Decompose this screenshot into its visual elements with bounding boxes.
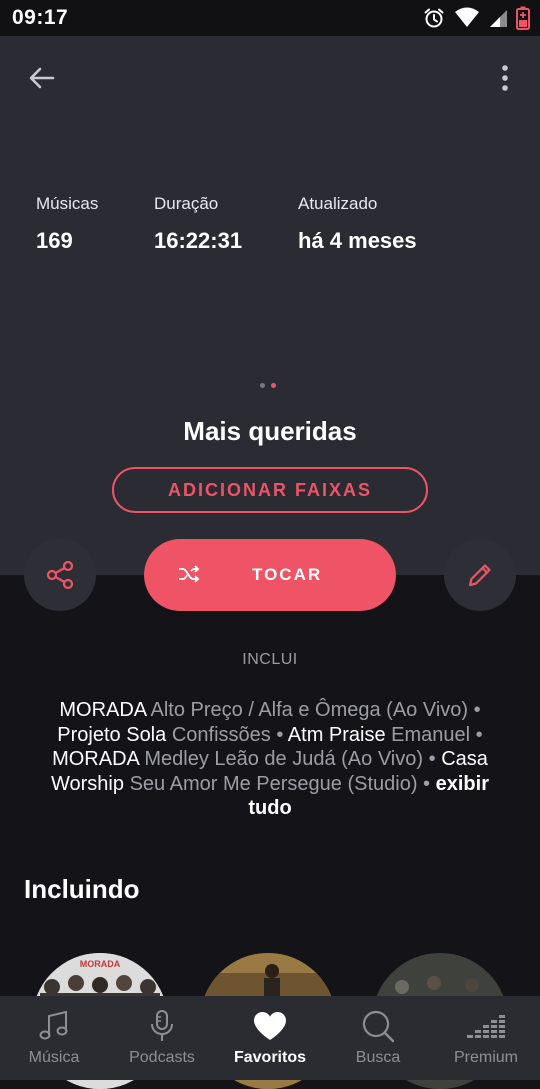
equalizer-icon bbox=[467, 1015, 505, 1038]
artist-name: MORADA bbox=[59, 699, 147, 721]
artist-name: Atm Praise bbox=[287, 723, 386, 746]
microphone-icon bbox=[151, 1010, 173, 1041]
track-name: Alto Preço / Alfa e Ômega (Ao Vivo) bbox=[150, 699, 469, 721]
nav-label: Busca bbox=[355, 1049, 401, 1066]
share-icon bbox=[46, 560, 74, 590]
stat-value: 16:22:31 bbox=[154, 228, 243, 253]
includes-label: INCLUI bbox=[242, 651, 298, 668]
page-dot[interactable] bbox=[260, 383, 265, 388]
play-label: TOCAR bbox=[252, 565, 323, 584]
add-tracks-button[interactable]: ADICIONAR FAIXAS bbox=[112, 467, 428, 513]
status-bar: 09:17 bbox=[0, 0, 540, 36]
stat-label: Atualizado bbox=[298, 194, 378, 213]
battery-icon bbox=[516, 6, 530, 30]
nav-item-podcasts[interactable]: Podcasts bbox=[108, 996, 216, 1080]
separator: • bbox=[423, 772, 431, 795]
stat-tracks: Músicas 169 bbox=[36, 194, 98, 254]
artist-name: MORADA bbox=[52, 748, 139, 770]
section-title: Incluindo bbox=[24, 874, 140, 904]
track-name: Confissões bbox=[171, 723, 271, 746]
page-dot-active[interactable] bbox=[271, 383, 276, 388]
shuffle-play-button[interactable]: TOCAR bbox=[144, 539, 396, 611]
artist-name: Projeto Sola bbox=[57, 723, 167, 746]
edit-button[interactable] bbox=[444, 539, 516, 611]
status-time: 09:17 bbox=[12, 6, 69, 29]
more-vertical-icon bbox=[502, 65, 508, 91]
nav-label: Premium bbox=[453, 1049, 518, 1066]
stat-updated: Atualizado há 4 meses bbox=[298, 194, 417, 254]
shuffle-icon bbox=[179, 565, 200, 583]
add-tracks-label: ADICIONAR FAIXAS bbox=[167, 479, 372, 500]
back-button[interactable] bbox=[20, 60, 64, 96]
track-name: Medley Leão de Judá (Ao Vivo) bbox=[144, 748, 424, 770]
nav-item-music[interactable]: Música bbox=[0, 996, 108, 1080]
separator: • bbox=[473, 699, 481, 721]
separator: • bbox=[475, 723, 483, 746]
nav-label: Podcasts bbox=[129, 1049, 195, 1066]
separator: • bbox=[276, 723, 284, 746]
stat-value: há 4 meses bbox=[298, 228, 417, 253]
nav-label: Favoritos bbox=[233, 1049, 306, 1066]
playlist-title: Mais queridas bbox=[183, 416, 357, 446]
page-indicator[interactable] bbox=[260, 383, 276, 388]
playlist-header: Músicas 169 Duração 16:22:31 Atualizado … bbox=[0, 36, 540, 575]
nav-item-premium[interactable]: Premium bbox=[432, 996, 540, 1080]
separator: • bbox=[428, 748, 436, 770]
stat-value: 169 bbox=[36, 228, 73, 253]
share-button[interactable] bbox=[24, 539, 96, 611]
search-icon bbox=[362, 1010, 395, 1043]
track-name: Emanuel bbox=[391, 723, 471, 746]
stat-label: Duração bbox=[154, 194, 219, 213]
status-icons bbox=[422, 6, 530, 30]
track-name: Seu Amor Me Persegue (Studio) bbox=[129, 772, 418, 795]
nav-item-favorites[interactable]: Favoritos bbox=[216, 996, 324, 1080]
pencil-icon bbox=[468, 564, 491, 587]
heart-icon bbox=[254, 1012, 286, 1040]
stat-duration: Duração 16:22:31 bbox=[154, 194, 242, 254]
bottom-navigation: Música Podcasts Favoritos Busca Premium bbox=[0, 996, 540, 1080]
nav-label: Música bbox=[28, 1049, 80, 1066]
nav-item-search[interactable]: Busca bbox=[324, 996, 432, 1080]
arrow-left-icon bbox=[29, 67, 55, 89]
cover-logo-text: MORADA bbox=[80, 959, 121, 969]
stat-label: Músicas bbox=[36, 194, 99, 213]
includes-list: MORADA Alto Preço / Alfa e Ômega (Ao Viv… bbox=[40, 698, 500, 821]
music-note-icon bbox=[39, 1010, 68, 1040]
more-options-button[interactable] bbox=[490, 60, 520, 96]
wifi-icon bbox=[455, 7, 479, 27]
alarm-icon bbox=[424, 8, 444, 28]
signal-icon bbox=[490, 10, 507, 27]
